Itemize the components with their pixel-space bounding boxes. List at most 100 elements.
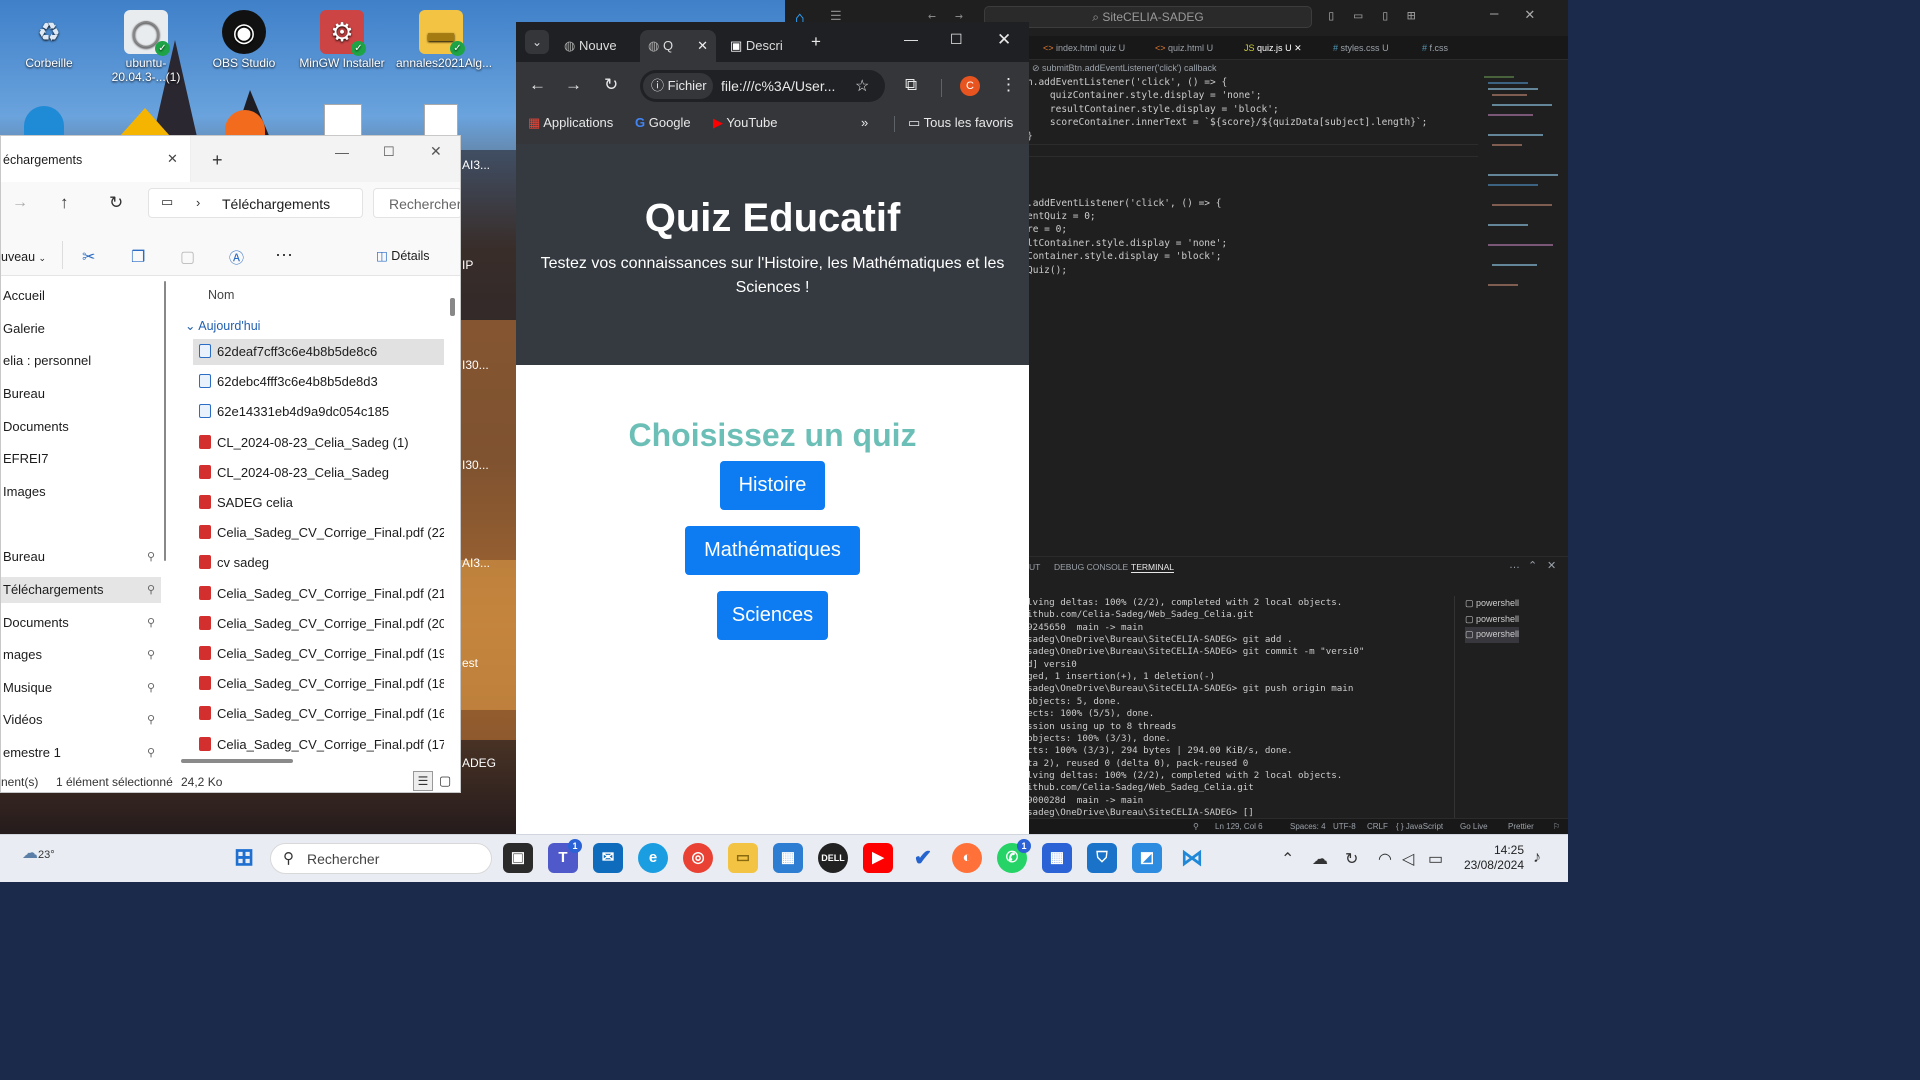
- close-window-icon[interactable]: ✕: [997, 30, 1011, 50]
- menu-icon[interactable]: ⋮: [1000, 75, 1017, 95]
- nav-item[interactable]: EFREI7: [1, 446, 161, 472]
- nav-item[interactable]: mages ⚲: [1, 642, 161, 668]
- clock[interactable]: 14:25 23/08/2024: [1460, 843, 1524, 873]
- bookmark-google[interactable]: G Google: [635, 115, 691, 130]
- paste-icon[interactable]: ▢: [180, 247, 195, 267]
- file-row[interactable]: Celia_Sadeg_CV_Corrige_Final.pdf (22): [193, 520, 444, 546]
- close-tab-icon[interactable]: ✕: [697, 30, 708, 62]
- close-tab-icon[interactable]: ✕: [167, 151, 178, 167]
- photos-icon[interactable]: ◩: [1132, 843, 1162, 873]
- refresh-icon[interactable]: ↻: [109, 193, 123, 213]
- bookmark-youtube[interactable]: ▶ YouTube: [713, 115, 777, 131]
- file-row[interactable]: cv sadeg: [193, 550, 444, 576]
- file-row[interactable]: 62deaf7cff3c6e4b8b5de8c6: [193, 339, 444, 365]
- tab-index-html[interactable]: <> index.html quiz U: [1043, 41, 1125, 55]
- minimize-icon[interactable]: —: [335, 144, 349, 160]
- encoding[interactable]: UTF-8: [1333, 819, 1356, 834]
- tiles-view-icon[interactable]: ▢: [439, 773, 451, 789]
- nav-item[interactable]: Documents ⚲: [1, 610, 161, 636]
- nav-item[interactable]: elia : personnel: [1, 348, 161, 374]
- nav-item[interactable]: emestre 1 ⚲: [1, 740, 161, 766]
- bookmark-star-icon[interactable]: ☆: [855, 76, 869, 96]
- tab-quiz-js[interactable]: JS quiz.js U ✕: [1244, 41, 1302, 55]
- tab-new-tab[interactable]: ◍ Nouve: [564, 30, 636, 62]
- minimize-icon[interactable]: —: [1490, 6, 1498, 22]
- tab-description[interactable]: ▣ Descri: [730, 30, 802, 62]
- teams-icon[interactable]: T1: [548, 839, 582, 873]
- edge-icon[interactable]: e: [638, 843, 668, 873]
- sciences-button[interactable]: Sciences: [717, 591, 828, 640]
- forward-arrow-icon[interactable]: →: [565, 75, 582, 95]
- todo-icon[interactable]: ✔: [908, 843, 938, 873]
- details-pane-button[interactable]: ◫ Détails: [376, 248, 430, 263]
- nav-item[interactable]: Bureau ⚲: [1, 544, 161, 570]
- language-mode[interactable]: { } JavaScript: [1396, 819, 1443, 834]
- indentation[interactable]: Spaces: 4: [1290, 819, 1326, 834]
- terminal-list-item[interactable]: ▢ powershell: [1465, 596, 1519, 612]
- tab-search-icon[interactable]: ⌄: [525, 30, 549, 54]
- up-arrow-icon[interactable]: ↑: [60, 193, 69, 213]
- file-row[interactable]: Celia_Sadeg_CV_Corrige_Final.pdf (17): [193, 732, 444, 758]
- new-button[interactable]: uveau ⌄: [1, 250, 46, 264]
- nav-item[interactable]: Vidéos ⚲: [1, 707, 161, 733]
- profile-avatar[interactable]: C: [960, 76, 980, 96]
- whatsapp-icon[interactable]: ✆ 1: [997, 839, 1031, 873]
- chevron-up-icon[interactable]: ⌃: [1528, 559, 1537, 572]
- chrome-icon[interactable]: ◎: [683, 843, 713, 873]
- nav-item[interactable]: Images: [1, 479, 161, 505]
- explorer-tab[interactable]: échargements ✕: [1, 136, 191, 182]
- copy-icon[interactable]: ❐: [131, 247, 145, 267]
- file-row[interactable]: 62e14331eb4d9a9dc054c185: [193, 399, 444, 425]
- task-view-icon[interactable]: ▣: [503, 843, 533, 873]
- notification-bell-icon[interactable]: ♪: [1533, 849, 1541, 867]
- dell-icon[interactable]: DELL: [818, 843, 848, 873]
- search-input[interactable]: Rechercher: [373, 188, 460, 218]
- sync-icon[interactable]: ↻: [1345, 849, 1358, 869]
- go-live[interactable]: Go Live: [1460, 819, 1488, 834]
- tab-terminal[interactable]: TERMINAL: [1131, 562, 1174, 573]
- start-windows-icon[interactable]: ⊞: [229, 843, 259, 873]
- rename-icon[interactable]: Ⓐ: [229, 247, 244, 268]
- microsoft-store-icon[interactable]: ▦: [773, 843, 803, 873]
- toggle-secondary-sidebar-icon[interactable]: ▯: [1381, 8, 1389, 24]
- forward-arrow-icon[interactable]: →: [12, 194, 28, 212]
- file-row[interactable]: CL_2024-08-23_Celia_Sadeg (1): [193, 430, 444, 456]
- tab-styles-css[interactable]: # styles.css U: [1333, 41, 1389, 55]
- toggle-sidebar-icon[interactable]: ▯: [1327, 8, 1335, 24]
- command-center-search[interactable]: ⌕ SiteCELIA-SADEG: [984, 6, 1312, 28]
- desktop-icon-mingw[interactable]: ⚙ ✓ MinGW Installer: [297, 6, 387, 70]
- chevron-up-icon[interactable]: ⌃: [1281, 849, 1294, 869]
- prettier[interactable]: Prettier: [1508, 819, 1534, 834]
- file-row[interactable]: Celia_Sadeg_CV_Corrige_Final.pdf (20): [193, 611, 444, 637]
- reload-icon[interactable]: ↻: [604, 75, 618, 95]
- new-tab-icon[interactable]: +: [212, 150, 223, 171]
- column-header-name[interactable]: Nom: [208, 288, 234, 302]
- mail-icon[interactable]: ✉: [593, 843, 623, 873]
- omnibox[interactable]: ⓘ Fichier file:///c%3A/User... ☆: [640, 70, 885, 102]
- youtube-icon[interactable]: ▶: [863, 843, 893, 873]
- file-list-scrollbar[interactable]: [450, 298, 455, 316]
- more-bookmarks-icon[interactable]: »: [861, 115, 868, 130]
- defender-icon[interactable]: ⛉: [1087, 843, 1117, 873]
- wifi-icon[interactable]: ◠: [1378, 849, 1392, 869]
- notifications-icon[interactable]: ⚐: [1553, 819, 1560, 834]
- nav-item[interactable]: Bureau: [1, 381, 161, 407]
- battery-icon[interactable]: ▭: [1428, 849, 1443, 869]
- volume-icon[interactable]: ◁: [1402, 849, 1414, 869]
- terminal-list-item[interactable]: ▢ powershell: [1465, 612, 1519, 628]
- close-window-icon[interactable]: ✕: [430, 143, 442, 160]
- close-panel-icon[interactable]: ✕: [1547, 559, 1556, 572]
- nav-item[interactable]: Galerie: [1, 316, 161, 342]
- more-options-icon[interactable]: ⋯: [275, 245, 293, 266]
- minimap[interactable]: [1482, 74, 1562, 304]
- cut-icon[interactable]: ✂: [82, 247, 95, 267]
- details-view-icon[interactable]: ☰: [413, 771, 433, 791]
- file-row[interactable]: Celia_Sadeg_CV_Corrige_Final.pdf (19): [193, 641, 444, 667]
- vscode-icon[interactable]: ⋈: [1177, 843, 1207, 873]
- desktop-icon-ubuntu-iso[interactable]: ◯ ✓ ubuntu-20.04.3-...(1): [101, 6, 191, 84]
- weather-widget[interactable]: ☁23°: [22, 843, 55, 863]
- file-row[interactable]: 62debc4fff3c6e4b8b5de8d3: [193, 369, 444, 395]
- file-row[interactable]: CL_2024-08-23_Celia_Sadeg: [193, 460, 444, 486]
- nav-item[interactable]: Musique ⚲: [1, 675, 161, 701]
- back-arrow-icon[interactable]: ←: [529, 75, 546, 95]
